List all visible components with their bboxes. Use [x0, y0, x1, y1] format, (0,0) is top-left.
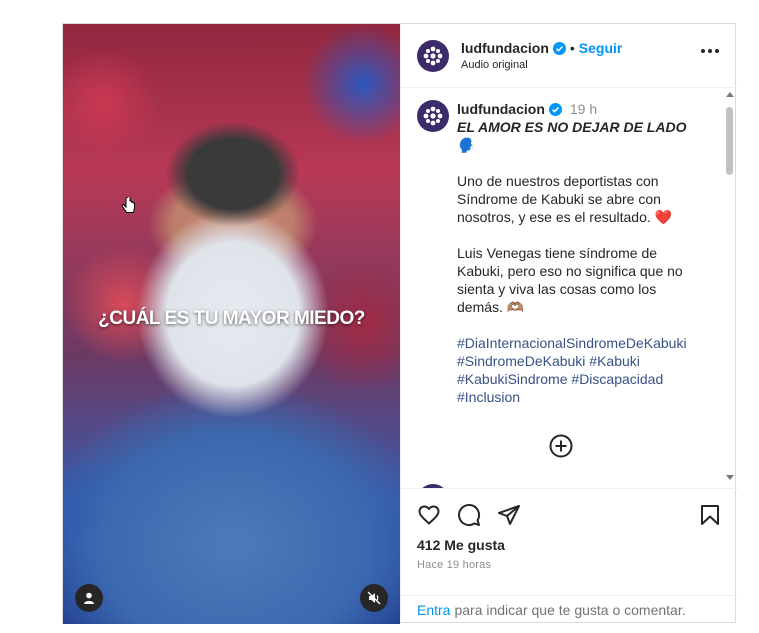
- post-caption: ludfundacion 19 h EL AMOR ES NO DEJAR DE…: [401, 88, 738, 406]
- comments-section: ludfundacion 19 h EL AMOR ES NO DEJAR DE…: [401, 88, 738, 488]
- header-username[interactable]: ludfundacion: [461, 40, 549, 56]
- video-player[interactable]: ¿CUÁL ES TU MAYOR MIEDO?: [63, 24, 400, 624]
- login-prompt: Entra para indicar que te gusta o coment…: [401, 595, 738, 624]
- separator-dot: •: [569, 40, 575, 56]
- share-icon[interactable]: [497, 503, 521, 527]
- avatar[interactable]: [417, 39, 449, 72]
- hand-cursor-icon: [121, 195, 137, 222]
- user-icon: [84, 592, 94, 604]
- tagged-users-button[interactable]: [75, 584, 103, 612]
- scrollbar-thumb[interactable]: [726, 107, 733, 175]
- comments-scrollbar[interactable]: [725, 92, 734, 480]
- hashtag-link[interactable]: #Inclusion: [457, 389, 520, 405]
- video-overlay-text: ¿CUÁL ES TU MAYOR MIEDO?: [98, 308, 365, 329]
- hashtags: #DiaInternacionalSindromeDeKabuki #Sindr…: [457, 334, 697, 406]
- heart-icon[interactable]: [417, 503, 441, 527]
- mute-button[interactable]: [360, 584, 388, 612]
- caption-avatar[interactable]: [417, 100, 449, 132]
- caption-username[interactable]: ludfundacion: [457, 100, 545, 118]
- caption-time[interactable]: 19 h: [570, 100, 597, 118]
- hashtag-link[interactable]: #Kabuki: [589, 353, 640, 369]
- login-link[interactable]: Entra: [417, 602, 450, 618]
- post-header: ludfundacion • Seguir Audio original: [401, 24, 737, 88]
- logo-icon: [423, 106, 443, 126]
- scroll-down-arrow-icon[interactable]: [726, 475, 734, 480]
- more-options-icon[interactable]: [701, 49, 719, 53]
- muted-speaker-icon: [367, 591, 381, 605]
- caption-paragraph: Uno de nuestros deportistas con Síndrome…: [457, 173, 673, 225]
- post-sidebar: ludfundacion • Seguir Audio original lud…: [400, 24, 738, 624]
- login-prompt-text: para indicar que te gusta o comentar.: [454, 602, 686, 618]
- follow-button[interactable]: Seguir: [579, 40, 623, 56]
- post-timestamp: Hace 19 horas: [417, 559, 492, 571]
- verified-badge-icon: [548, 102, 562, 116]
- hashtag-link[interactable]: #SindromeDeKabuki: [457, 353, 585, 369]
- verified-badge-icon: [552, 41, 566, 55]
- likes-count[interactable]: 412 Me gusta: [417, 537, 722, 553]
- hashtag-link[interactable]: #DiaInternacionalSindromeDeKabuki: [457, 335, 687, 351]
- hashtag-link[interactable]: #KabukiSindrome: [457, 371, 568, 387]
- bookmark-icon[interactable]: [698, 503, 722, 527]
- hashtag-link[interactable]: #Discapacidad: [571, 371, 663, 387]
- comment-icon[interactable]: [457, 503, 481, 527]
- post-dialog: ¿CUÁL ES TU MAYOR MIEDO? ludfundacion • …: [62, 23, 738, 624]
- scroll-up-arrow-icon[interactable]: [726, 92, 734, 97]
- caption-paragraph: Luis Venegas tiene síndrome de Kabuki, p…: [457, 245, 683, 315]
- post-actions: 412 Me gusta Hace 19 horas: [401, 488, 738, 571]
- audio-link[interactable]: Audio original: [461, 59, 622, 71]
- load-more-comments-icon[interactable]: [549, 434, 573, 463]
- caption-title: EL AMOR ES NO DEJAR DE LADO 🗣️: [457, 119, 687, 153]
- logo-icon: [423, 46, 443, 65]
